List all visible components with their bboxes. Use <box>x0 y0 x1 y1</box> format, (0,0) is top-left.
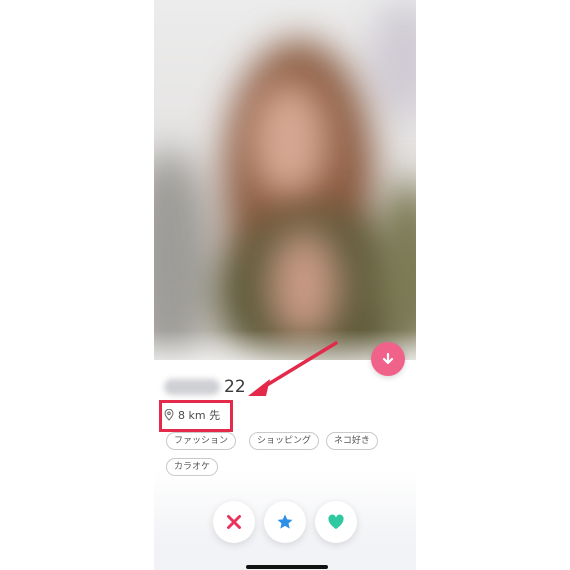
like-button[interactable] <box>315 501 357 543</box>
home-indicator <box>246 565 328 569</box>
heart-icon <box>328 514 344 529</box>
profile-card: 22 8 km 先 ファッション ショッピング ネコ好き カラオケ <box>154 0 416 570</box>
interest-tag: ファッション <box>166 432 237 450</box>
chevron-down-icon <box>382 352 394 365</box>
profile-name-blurred <box>164 379 220 395</box>
close-icon <box>227 515 241 529</box>
star-icon <box>277 514 293 529</box>
profile-age: 22 <box>224 377 246 397</box>
distance-highlight-box <box>159 400 233 432</box>
interest-tag: ショッピング <box>249 432 320 450</box>
super-like-button[interactable] <box>264 501 306 543</box>
profile-info-button[interactable] <box>371 342 405 376</box>
interest-tag: ネコ好き <box>326 432 378 450</box>
dislike-button[interactable] <box>213 501 255 543</box>
profile-photo[interactable] <box>154 0 416 360</box>
